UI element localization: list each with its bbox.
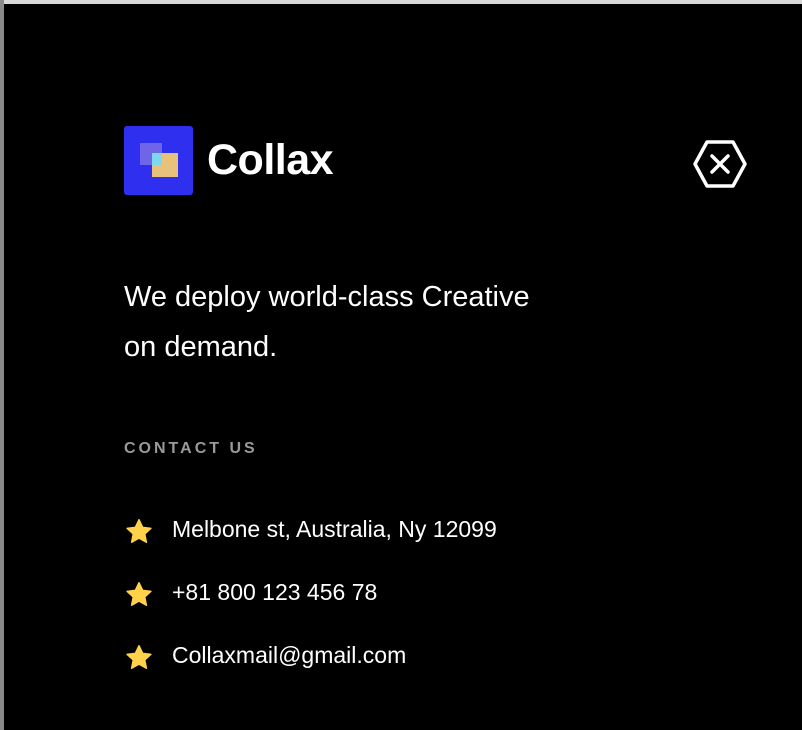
contact-item-email: Collaxmail@gmail.com [124, 624, 497, 687]
close-button[interactable] [692, 139, 748, 189]
tagline-line-1: We deploy world-class Creative [124, 281, 530, 313]
tagline: We deploy world-class Creative on demand… [124, 272, 644, 372]
contact-email[interactable]: Collaxmail@gmail.com [172, 642, 406, 669]
collax-logo-icon [124, 126, 193, 195]
star-icon [126, 518, 152, 543]
tagline-line-2: on demand. [124, 331, 278, 363]
contact-heading: CONTACT US [124, 440, 258, 457]
contact-list: Melbone st, Australia, Ny 12099 +81 800 … [124, 498, 497, 687]
brand-name: Collax [207, 136, 334, 184]
contact-item-address: Melbone st, Australia, Ny 12099 [124, 498, 497, 561]
close-hexagon-icon [693, 140, 747, 188]
window-frame: Collax We deploy world-class Creative on… [0, 0, 802, 730]
contact-phone[interactable]: +81 800 123 456 78 [172, 579, 377, 606]
logo-square-overlap [152, 153, 162, 165]
contact-address[interactable]: Melbone st, Australia, Ny 12099 [172, 516, 497, 543]
star-icon [126, 644, 152, 669]
contact-item-phone: +81 800 123 456 78 [124, 561, 497, 624]
brand-logo[interactable]: Collax [124, 126, 334, 195]
star-icon [126, 581, 152, 606]
offcanvas-panel: Collax We deploy world-class Creative on… [4, 4, 802, 730]
